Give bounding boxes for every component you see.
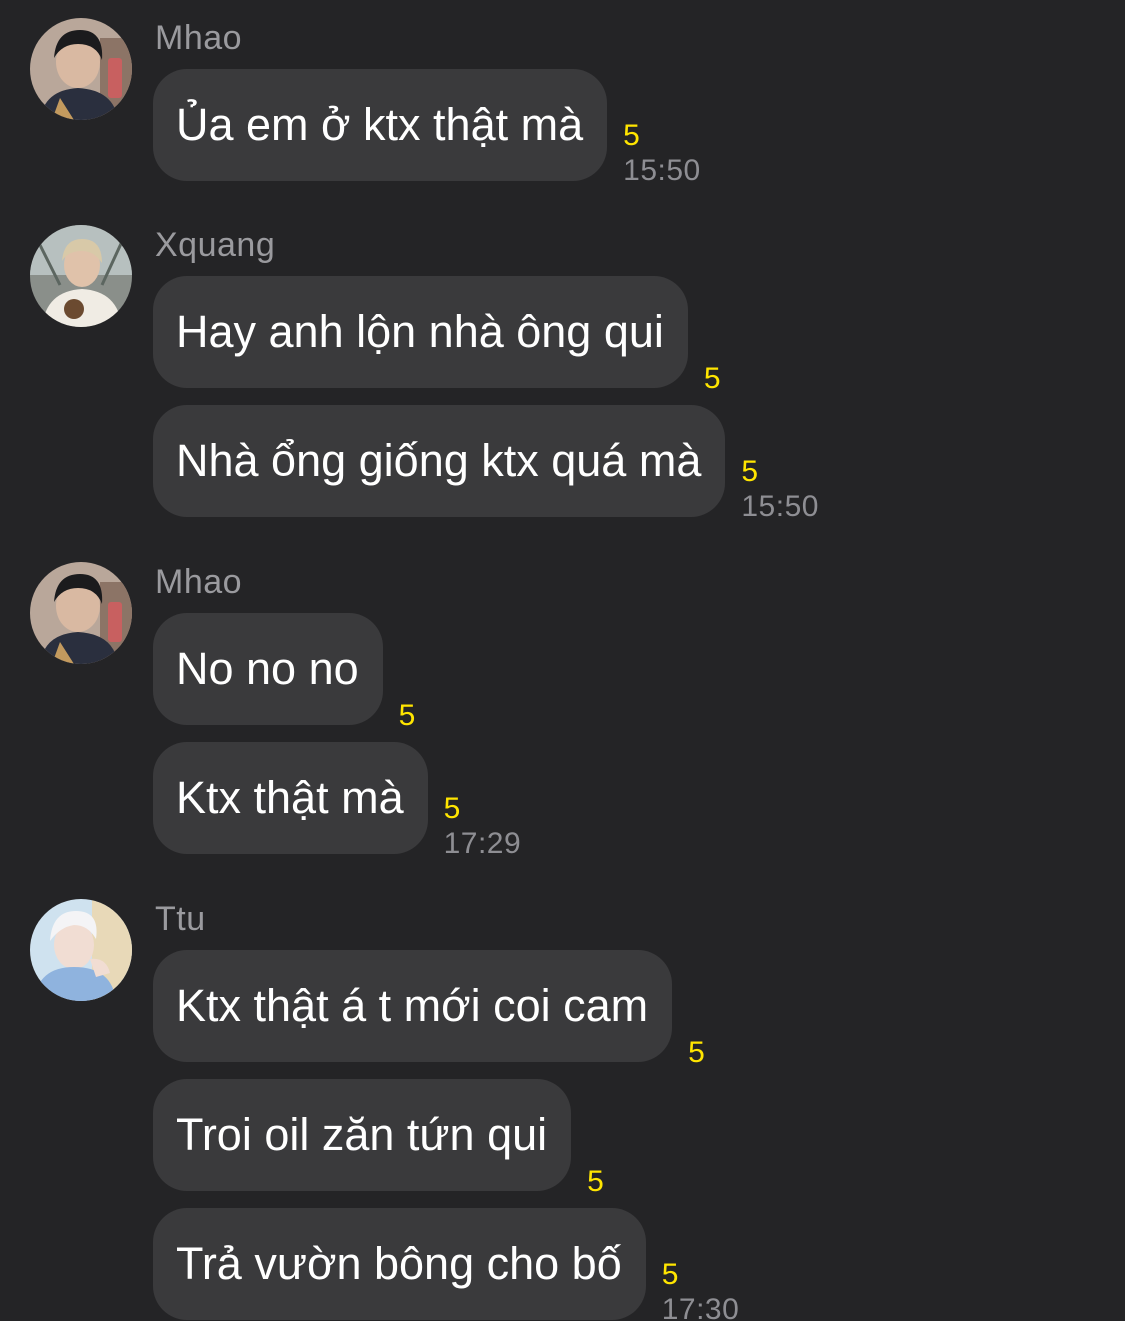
message-row: Ủa em ở ktx thật mà 5 15:50 <box>153 69 701 189</box>
message-meta: 5 15:50 <box>741 405 819 525</box>
message-bubble[interactable]: Ktx thật á t mới coi cam <box>153 950 673 1062</box>
message-bubble[interactable]: Ủa em ở ktx thật mà <box>153 69 608 181</box>
message-meta: 5 <box>587 1079 604 1197</box>
message-bubble[interactable]: No no no <box>153 613 383 725</box>
message-row: Trả vườn bông cho bố 5 17:30 <box>153 1208 739 1321</box>
reaction-count[interactable]: 5 <box>444 794 522 824</box>
message-row: Hay anh lộn nhà ông qui 5 <box>153 276 721 394</box>
sender-name: Ttu <box>155 900 206 938</box>
reaction-count[interactable]: 5 <box>741 457 819 487</box>
message-text: Hay anh lộn nhà ông qui <box>176 306 664 357</box>
message-text: No no no <box>176 643 359 694</box>
timestamp: 17:30 <box>661 1293 740 1321</box>
timestamp: 15:50 <box>623 154 701 187</box>
avatar[interactable] <box>30 18 132 120</box>
avatar-mhao-icon <box>30 18 132 120</box>
sender-name: Mhao <box>155 563 243 601</box>
reaction-count[interactable]: 5 <box>704 364 721 394</box>
reaction-count[interactable]: 5 <box>587 1167 604 1197</box>
message-bubble[interactable]: Nhà ổng giống ktx quá mà <box>153 405 726 517</box>
chat-thread[interactable]: Mhao Ủa em ở ktx thật mà 5 15:50 Xquang <box>0 0 1125 1321</box>
sender-name: Xquang <box>155 226 276 264</box>
reaction-count[interactable]: 5 <box>688 1038 705 1068</box>
sender-name: Mhao <box>155 19 243 57</box>
message-text: Nhà ổng giống ktx quá mà <box>176 435 702 486</box>
avatar-ttu-icon <box>30 899 132 1001</box>
message-bubble[interactable]: Hay anh lộn nhà ông qui <box>153 276 688 388</box>
message-meta: 5 <box>399 613 416 731</box>
timestamp: 15:50 <box>741 490 819 523</box>
message-meta: 5 15:50 <box>623 69 701 189</box>
message-meta: 5 <box>704 276 721 394</box>
message-text: Ủa em ở ktx thật mà <box>176 99 584 150</box>
message-text: Ktx thật mà <box>176 772 404 823</box>
avatar[interactable] <box>30 899 132 1001</box>
reaction-count[interactable]: 5 <box>662 1260 740 1290</box>
message-text: Trả vườn bông cho bố <box>176 1238 622 1289</box>
avatar[interactable] <box>30 225 132 327</box>
message-row: No no no 5 <box>153 613 415 731</box>
message-meta: 5 <box>688 950 705 1068</box>
avatar-xquang-icon <box>30 225 132 327</box>
message-meta: 5 17:29 <box>444 742 522 862</box>
message-text: Troi oil zăn tứn qui <box>176 1109 548 1160</box>
message-row: Ktx thật á t mới coi cam 5 <box>153 950 705 1068</box>
message-text: Ktx thật á t mới coi cam <box>176 980 649 1031</box>
reaction-count[interactable]: 5 <box>623 121 701 151</box>
message-bubble[interactable]: Troi oil zăn tứn qui <box>153 1079 572 1191</box>
timestamp: 17:29 <box>443 827 522 860</box>
reaction-count[interactable]: 5 <box>399 701 416 731</box>
message-row: Troi oil zăn tứn qui 5 <box>153 1079 604 1197</box>
avatar[interactable] <box>30 562 132 664</box>
message-bubble[interactable]: Trả vườn bông cho bố <box>153 1208 646 1320</box>
message-row: Nhà ổng giống ktx quá mà 5 15:50 <box>153 405 819 525</box>
message-row: Ktx thật mà 5 17:29 <box>153 742 521 862</box>
message-bubble[interactable]: Ktx thật mà <box>153 742 428 854</box>
message-meta: 5 17:30 <box>662 1208 740 1321</box>
avatar-mhao-icon <box>30 562 132 664</box>
